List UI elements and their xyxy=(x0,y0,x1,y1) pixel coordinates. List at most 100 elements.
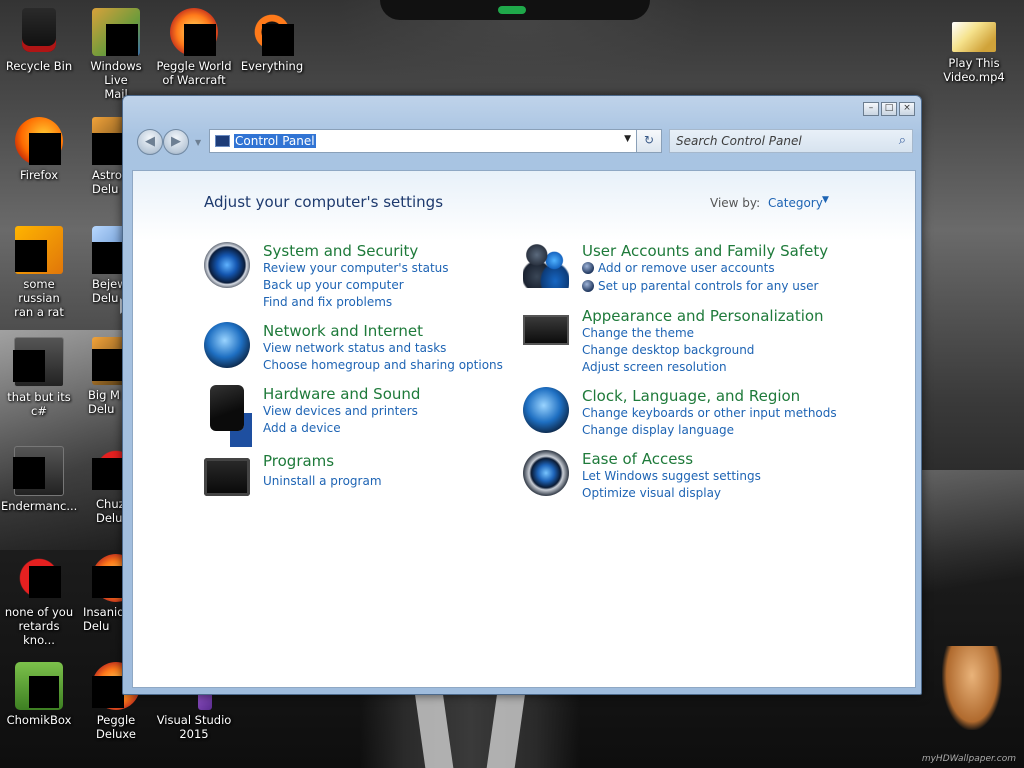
desktop-icon-chuzzle-deluxe[interactable]: Chuz Delu xyxy=(78,446,124,525)
category-link[interactable]: Set up parental controls for any user xyxy=(598,279,818,293)
address-dropdown-icon[interactable]: ▼ xyxy=(624,134,631,144)
category-link[interactable]: Change display language xyxy=(582,423,734,437)
desktop-icon-chomikbox[interactable]: ChomikBox xyxy=(1,662,77,727)
desktop-icon-firefox[interactable]: Firefox xyxy=(1,117,77,182)
desktop-icon-recycle-bin[interactable]: Recycle Bin xyxy=(1,8,77,73)
desktop-icon-that-but-csharp[interactable]: that but its c# xyxy=(1,337,77,418)
view-by-dropdown[interactable]: Category xyxy=(768,196,823,210)
category-link[interactable]: Add or remove user accounts xyxy=(598,261,775,275)
recycle-bin-icon xyxy=(15,8,63,56)
category-link[interactable]: Adjust screen resolution xyxy=(582,360,727,374)
category-link[interactable]: Change keyboards or other input methods xyxy=(582,406,837,420)
page-title: Adjust your computer's settings xyxy=(204,193,444,211)
uac-shield-icon xyxy=(582,262,594,274)
app-icon xyxy=(15,554,63,602)
window-icon xyxy=(13,446,64,496)
category-link[interactable]: Add a device xyxy=(263,421,341,435)
back-arrow-icon: ◀ xyxy=(145,134,155,149)
category-link[interactable]: Let Windows suggest settings xyxy=(582,469,761,483)
printer-speaker-icon[interactable] xyxy=(210,385,244,431)
control-panel-window[interactable]: – □ × ◀ ▶ ▼ Control Panel ▼ ↻ Search Con… xyxy=(122,95,922,695)
desktop-icon-label: none of you retards kno... xyxy=(4,605,74,647)
clock-globe-icon[interactable] xyxy=(523,387,569,433)
desktop-icon-everything[interactable]: Everything xyxy=(234,8,310,73)
desktop-icon-none-of-you[interactable]: none of you retards kno... xyxy=(1,554,77,647)
category-link[interactable]: Uninstall a program xyxy=(263,474,382,488)
category-title[interactable]: Clock, Language, and Region xyxy=(582,387,800,405)
desktop-icon-label: Astro Delu xyxy=(92,168,122,196)
globe-network-icon[interactable] xyxy=(204,322,250,368)
desktop-icon-label: some russian ran a rat xyxy=(14,277,64,319)
category-title[interactable]: Network and Internet xyxy=(263,322,423,340)
desktop-icon-label: Everything xyxy=(240,59,304,73)
chomikbox-icon xyxy=(15,662,63,710)
monitor-icon[interactable] xyxy=(523,315,569,345)
category-title[interactable]: User Accounts and Family Safety xyxy=(582,242,828,260)
desktop-icon-label: that but its c# xyxy=(7,390,71,418)
back-button[interactable]: ◀ xyxy=(137,129,163,155)
desktop-icon-peggle-wow[interactable]: Peggle World of Warcraft ... xyxy=(156,8,232,101)
view-by-label: View by: xyxy=(710,196,761,210)
search-box[interactable]: Search Control Panel ⌕ xyxy=(669,129,913,153)
category-title[interactable]: Appearance and Personalization xyxy=(582,307,824,325)
search-icon[interactable]: ⌕ xyxy=(899,133,906,148)
category-link[interactable]: Change the theme xyxy=(582,326,694,340)
gadget-indicator xyxy=(498,6,526,14)
maximize-button[interactable]: □ xyxy=(881,102,897,116)
desktop-icon-some-russian[interactable]: some russian ran a rat xyxy=(1,226,77,319)
desktop-icon-label: Peggle Deluxe xyxy=(96,713,136,741)
shield-icon[interactable] xyxy=(204,242,250,288)
minimize-button[interactable]: – xyxy=(863,102,879,116)
category-link[interactable]: View devices and printers xyxy=(263,404,418,418)
ease-of-access-icon[interactable] xyxy=(523,450,569,496)
forward-button[interactable]: ▶ xyxy=(163,129,189,155)
forward-arrow-icon: ▶ xyxy=(171,134,181,149)
file-icon xyxy=(13,337,64,387)
control-panel-content: Adjust your computer's settings View by:… xyxy=(132,170,916,688)
desktop-icon-bejeweled-deluxe[interactable]: Bejew Delu xyxy=(78,226,124,305)
close-button[interactable]: × xyxy=(899,102,915,116)
recent-pages-dropdown-icon[interactable]: ▼ xyxy=(195,138,201,147)
desktop-icon-big-money-deluxe[interactable]: Big M Delu xyxy=(78,337,124,416)
desktop-icon-label: Big M Delu xyxy=(88,388,120,416)
category-title[interactable]: Ease of Access xyxy=(582,450,693,468)
desktop-icon-endermanch[interactable]: Endermanc... xyxy=(1,446,77,513)
desktop-icon-label: Play This Video.mp4 xyxy=(943,56,1005,84)
navigation-bar: ◀ ▶ ▼ Control Panel ▼ ↻ Search Control P… xyxy=(133,122,913,158)
category-link[interactable]: Choose homegroup and sharing options xyxy=(263,358,503,372)
folder-icon xyxy=(15,226,63,274)
wallpaper-hills xyxy=(920,470,1024,630)
refresh-icon: ↻ xyxy=(643,133,655,147)
category-link[interactable]: Back up your computer xyxy=(263,278,404,292)
game-icon xyxy=(92,117,124,165)
category-title[interactable]: Hardware and Sound xyxy=(263,385,420,403)
wallpaper-watermark: myHDWallpaper.com xyxy=(921,754,1016,764)
desktop-icon-insaniquarium-deluxe[interactable]: Insaniq Delu xyxy=(78,554,124,633)
desktop-icon-label: Recycle Bin xyxy=(5,59,73,73)
bejeweled-icon xyxy=(92,226,124,274)
category-link[interactable]: Optimize visual display xyxy=(582,486,721,500)
video-file-icon xyxy=(952,22,996,52)
category-link[interactable]: Review your computer's status xyxy=(263,261,449,275)
users-icon[interactable] xyxy=(523,242,569,288)
mail-icon xyxy=(92,8,140,56)
category-link[interactable]: View network status and tasks xyxy=(263,341,446,355)
hamster-image xyxy=(942,646,1002,730)
search-placeholder[interactable]: Search Control Panel xyxy=(676,134,802,148)
desktop-icon-label: ChomikBox xyxy=(6,713,72,727)
refresh-button[interactable]: ↻ xyxy=(636,129,662,153)
firefox-icon xyxy=(15,117,63,165)
everything-icon xyxy=(248,8,296,56)
address-bar[interactable]: Control Panel ▼ xyxy=(209,129,662,153)
view-by-dropdown-arrow-icon[interactable]: ▼ xyxy=(822,195,829,205)
category-title[interactable]: System and Security xyxy=(263,242,418,260)
address-text[interactable]: Control Panel xyxy=(234,134,316,148)
desktop-icon-label: Insaniq Delu xyxy=(83,605,124,633)
category-link[interactable]: Find and fix problems xyxy=(263,295,392,309)
programs-icon[interactable] xyxy=(204,458,250,496)
category-link[interactable]: Change desktop background xyxy=(582,343,754,357)
desktop-icon-windows-live-mail[interactable]: Windows Live Mail xyxy=(78,8,154,101)
desktop-icon-play-video[interactable]: Play This Video.mp4 xyxy=(936,22,1012,84)
category-title[interactable]: Programs xyxy=(263,452,334,470)
desktop-icon-astro-deluxe[interactable]: Astro Delu xyxy=(78,117,124,196)
